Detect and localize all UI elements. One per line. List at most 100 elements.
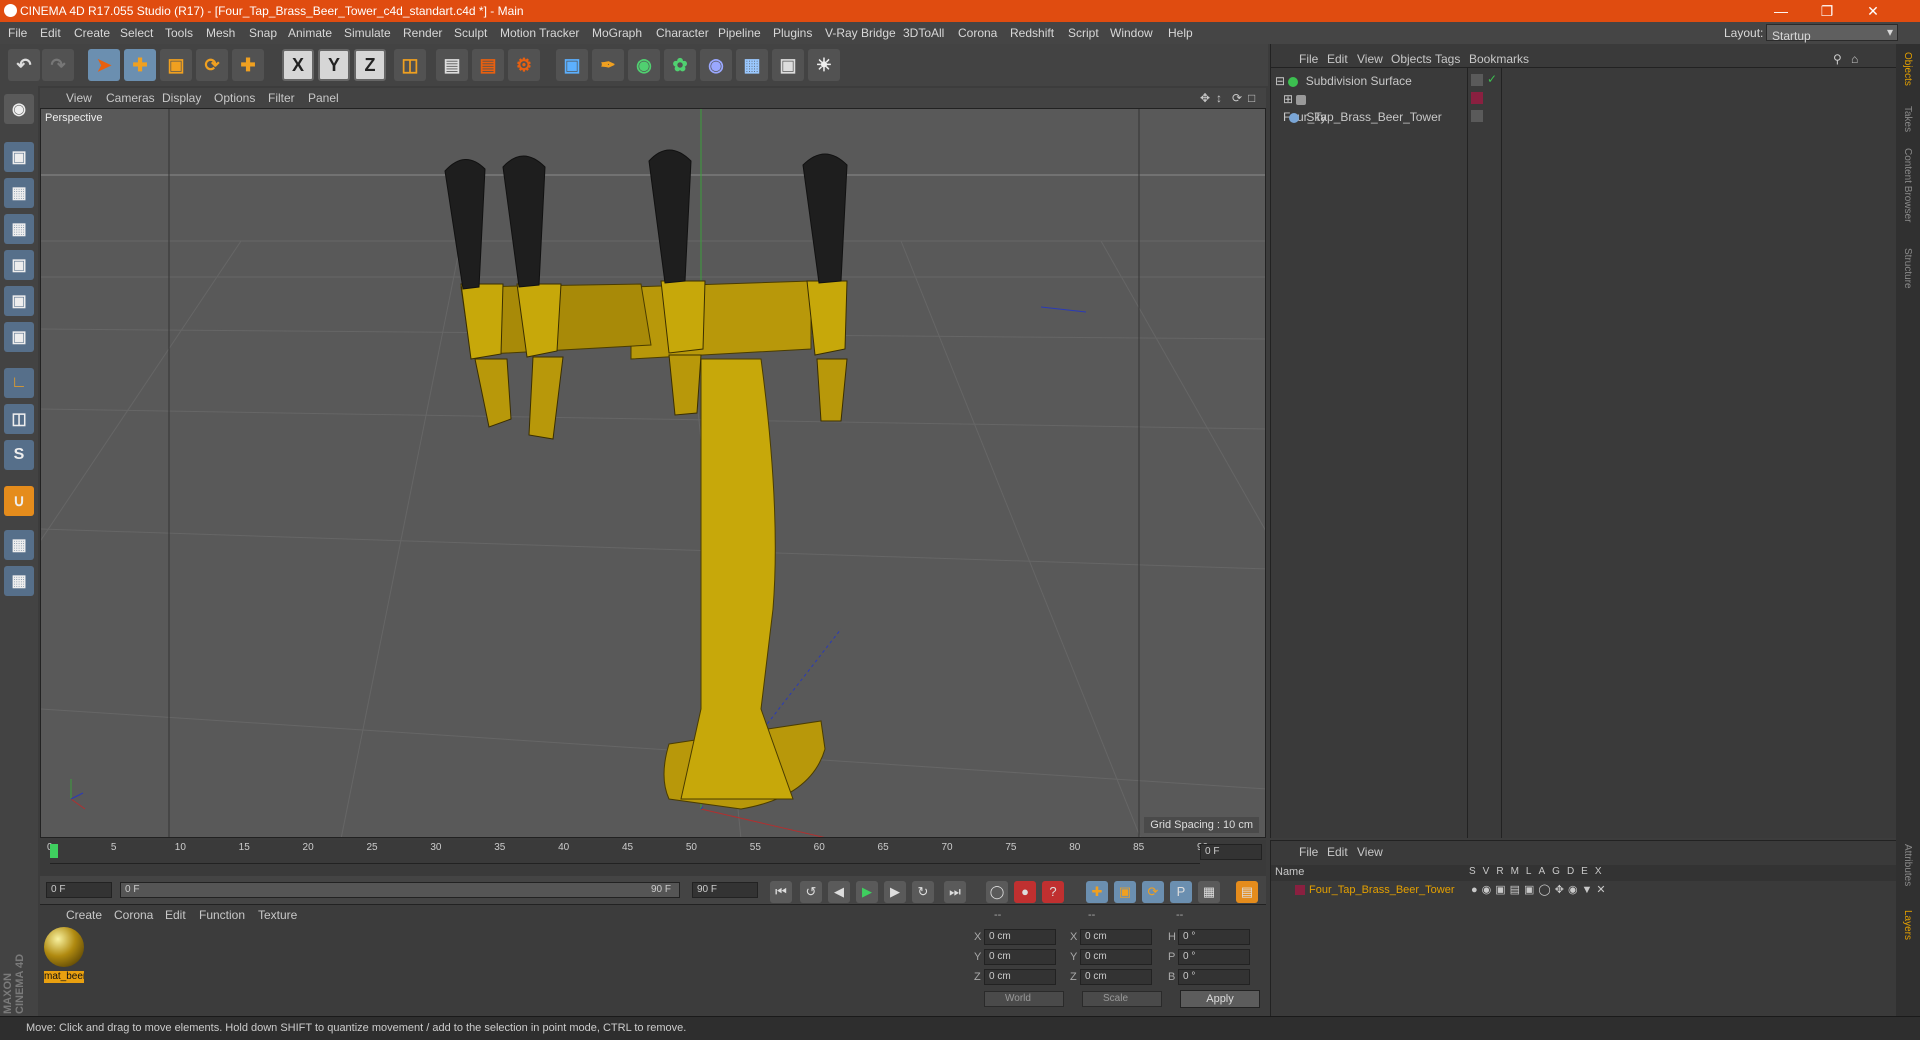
timeline-end-field[interactable]: 0 F	[1200, 844, 1262, 860]
go-to-start-button[interactable]: ⏮	[770, 881, 792, 903]
expand-icon[interactable]: ⊞	[1283, 92, 1293, 106]
add-subdivision-button[interactable]: ◉	[628, 49, 660, 81]
z-axis-lock-button[interactable]: Z	[354, 49, 386, 81]
playhead[interactable]	[50, 844, 58, 858]
material-menu-edit[interactable]: Edit	[165, 908, 186, 922]
key-rotation-button[interactable]: ⟳	[1142, 881, 1164, 903]
previous-frame-button[interactable]: ◀	[828, 881, 850, 903]
axis-mode-button[interactable]: ∟	[4, 368, 34, 398]
object-menu-file[interactable]: File	[1299, 52, 1318, 66]
render-picture-viewer-button[interactable]: ▤	[472, 49, 504, 81]
recent-tool-button[interactable]: ✚	[232, 49, 264, 81]
apply-button[interactable]: Apply	[1180, 990, 1260, 1008]
solo-button[interactable]: S	[4, 440, 34, 470]
object-menu-tags[interactable]: Tags	[1435, 52, 1460, 66]
material-name[interactable]: mat_beer	[44, 971, 84, 983]
search-icon[interactable]: ⚲	[1833, 52, 1842, 66]
coordinate-system-button[interactable]: ◫	[394, 49, 426, 81]
object-menu-edit[interactable]: Edit	[1327, 52, 1348, 66]
layer-row[interactable]: Four_Tap_Brass_Beer_Tower ●◉▣▤▣◯✥◉▼✕	[1271, 883, 1897, 899]
workplane-mode-button[interactable]: ▦	[4, 214, 34, 244]
viewport-menu-display[interactable]: Display	[162, 91, 201, 105]
menu-3dtoall[interactable]: 3DToAll	[903, 26, 944, 40]
tab-layers[interactable]: Layers	[1902, 910, 1913, 940]
menu-create[interactable]: Create	[74, 26, 110, 40]
coord-size-dropdown[interactable]: Scale	[1082, 991, 1162, 1007]
object-row-subdivision[interactable]: ⊟ Subdivision Surface	[1275, 72, 1465, 90]
menu-corona[interactable]: Corona	[958, 26, 997, 40]
visibility-toggle-icon[interactable]	[1471, 74, 1483, 86]
layout-dropdown[interactable]: Startup ▾	[1766, 24, 1898, 43]
tab-attributes[interactable]: Attributes	[1902, 844, 1913, 886]
add-camera-button[interactable]: ▣	[772, 49, 804, 81]
menu-plugins[interactable]: Plugins	[773, 26, 812, 40]
viewport-maximize-icon[interactable]: □	[1248, 91, 1255, 105]
menu-help[interactable]: Help	[1168, 26, 1193, 40]
points-mode-button[interactable]: ▣	[4, 250, 34, 280]
redo-button[interactable]: ↷	[42, 49, 74, 81]
scale-tool-button[interactable]: ▣	[160, 49, 192, 81]
pos-x-field[interactable]: 0 cm	[984, 929, 1056, 945]
object-row-tower[interactable]: ⊞ Four_Tap_Brass_Beer_Tower	[1283, 90, 1469, 124]
material-menu-create[interactable]: Create	[66, 908, 102, 922]
object-menu-objects[interactable]: Objects	[1391, 52, 1432, 66]
viewport-menu-cameras[interactable]: Cameras	[106, 91, 155, 105]
edges-mode-button[interactable]: ▣	[4, 286, 34, 316]
collapse-icon[interactable]: ⊟	[1275, 74, 1285, 88]
layer-color-icon[interactable]	[1295, 885, 1305, 895]
y-axis-lock-button[interactable]: Y	[318, 49, 350, 81]
go-to-end-button[interactable]: ⏭	[944, 881, 966, 903]
render-settings-button[interactable]: ⚙	[508, 49, 540, 81]
texture-mode-button[interactable]: ▦	[4, 178, 34, 208]
snap-button[interactable]: ∪	[4, 486, 34, 516]
keyframe-selection-button[interactable]: ?	[1042, 881, 1064, 903]
add-deformer-button[interactable]: ◉	[700, 49, 732, 81]
tab-objects[interactable]: Objects	[1902, 52, 1913, 86]
close-button[interactable]: ✕	[1850, 0, 1896, 22]
menu-motion-tracker[interactable]: Motion Tracker	[500, 26, 579, 40]
next-frame-button[interactable]: ▶	[884, 881, 906, 903]
viewport-menu-view[interactable]: View	[66, 91, 92, 105]
rot-b-field[interactable]: 0 °	[1178, 969, 1250, 985]
undo-button[interactable]: ↶	[8, 49, 40, 81]
add-spline-button[interactable]: ✒	[592, 49, 624, 81]
menu-snap[interactable]: Snap	[249, 26, 277, 40]
menu-file[interactable]: File	[8, 26, 27, 40]
previous-key-button[interactable]: ↺	[800, 881, 822, 903]
menu-edit[interactable]: Edit	[40, 26, 61, 40]
material-menu-function[interactable]: Function	[199, 908, 245, 922]
layer-menu-view[interactable]: View	[1357, 845, 1383, 859]
menu-simulate[interactable]: Simulate	[344, 26, 391, 40]
current-frame-field[interactable]: 0 F	[46, 882, 112, 898]
key-parameter-button[interactable]: P	[1170, 881, 1192, 903]
pos-y-field[interactable]: 0 cm	[984, 949, 1056, 965]
tab-structure[interactable]: Structure	[1902, 248, 1913, 289]
viewport-rotate-icon[interactable]: ⟳	[1232, 91, 1242, 105]
menu-select[interactable]: Select	[120, 26, 153, 40]
material-menu-texture[interactable]: Texture	[258, 908, 297, 922]
tweak-mode-button[interactable]: ◫	[4, 404, 34, 434]
object-menu-bookmarks[interactable]: Bookmarks	[1469, 52, 1529, 66]
timeline-ruler[interactable]: 051015202530354045505560657075808590 0 F	[40, 840, 1266, 876]
model-mode-button[interactable]: ▣	[4, 142, 34, 172]
layer-toggle-icons[interactable]: ●◉▣▤▣◯✥◉▼✕	[1471, 883, 1610, 896]
menu-pipeline[interactable]: Pipeline	[718, 26, 761, 40]
menu-render[interactable]: Render	[403, 26, 442, 40]
menu-animate[interactable]: Animate	[288, 26, 332, 40]
material-preview[interactable]	[44, 927, 84, 967]
coord-mode-dropdown[interactable]: World	[984, 991, 1064, 1007]
layer-name[interactable]: Four_Tap_Brass_Beer_Tower	[1309, 884, 1455, 896]
tab-content-browser[interactable]: Content Browser	[1902, 148, 1913, 222]
menu-tools[interactable]: Tools	[165, 26, 193, 40]
record-keys-button[interactable]: ◯	[986, 881, 1008, 903]
size-z-field[interactable]: 0 cm	[1080, 969, 1152, 985]
menu-mesh[interactable]: Mesh	[206, 26, 235, 40]
rotate-tool-button[interactable]: ⟳	[196, 49, 228, 81]
add-floor-button[interactable]: ▦	[736, 49, 768, 81]
material-menu-corona[interactable]: Corona	[114, 908, 153, 922]
visibility-toggle-icon[interactable]	[1471, 110, 1483, 122]
viewport-pan-icon[interactable]: ✥	[1200, 91, 1210, 105]
rot-p-field[interactable]: 0 °	[1178, 949, 1250, 965]
pos-z-field[interactable]: 0 cm	[984, 969, 1056, 985]
minimize-button[interactable]: —	[1758, 0, 1804, 22]
